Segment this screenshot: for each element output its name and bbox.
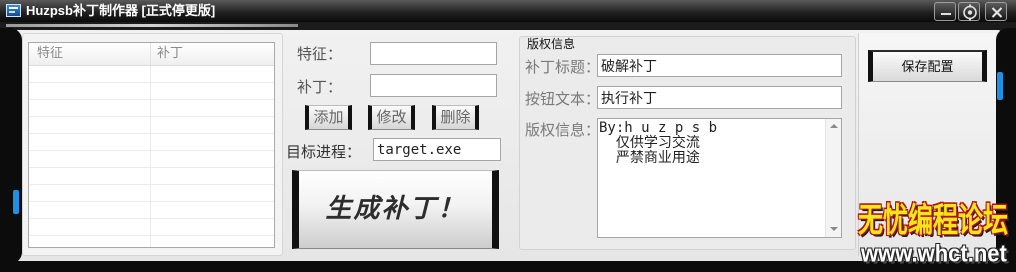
close-icon: [991, 7, 1003, 18]
generate-patch-button[interactable]: 生成补丁！: [292, 170, 499, 249]
app-window-icon: [6, 4, 21, 17]
modify-button[interactable]: 修改: [368, 105, 415, 130]
copyright-info-label: 版权信息：: [525, 121, 601, 139]
settings-button[interactable]: [958, 2, 980, 21]
patch-label: 补丁：: [297, 78, 343, 96]
list-header: 特征 补丁: [29, 43, 274, 66]
scroll-up-arrow-icon[interactable]: [830, 124, 838, 128]
scroll-down-arrow-icon[interactable]: [830, 227, 838, 231]
target-process-label: 目标进程：: [286, 143, 362, 161]
target-process-input[interactable]: [373, 138, 501, 161]
list-column-divider: [150, 66, 151, 247]
app-window: Huzpsb补丁制作器 [正式停更版] 特征 补丁 特征： 补丁： 添加 修改 …: [0, 0, 1016, 272]
settings-icon: [963, 4, 977, 21]
right-accent-bar: [997, 72, 1003, 100]
button-text-input[interactable]: [597, 86, 842, 109]
feature-label: 特征：: [297, 45, 343, 63]
button-text-label: 按钮文本：: [525, 90, 601, 108]
patch-title-input[interactable]: [597, 54, 842, 77]
close-button[interactable]: [985, 2, 1007, 21]
minimize-button[interactable]: [934, 2, 956, 21]
copyright-group-title: 版权信息: [527, 37, 576, 51]
patch-title-label: 补丁标题：: [525, 58, 601, 76]
add-button[interactable]: 添加: [305, 105, 352, 130]
copyright-info-scrollbar[interactable]: [825, 119, 841, 237]
minimize-icon: [941, 13, 951, 15]
feature-input[interactable]: [370, 42, 497, 65]
window-title: Huzpsb补丁制作器 [正式停更版]: [26, 3, 216, 18]
watermark-logo-url: www.whct.net: [861, 239, 1007, 267]
copyright-info-textarea[interactable]: By:h u z p s b 仅供学习交流 严禁商业用途: [598, 119, 825, 237]
list-header-feature[interactable]: 特征: [29, 43, 151, 65]
watermark-logo-text: 无忧编程论坛: [858, 200, 1009, 240]
save-config-button[interactable]: 保存配置: [868, 50, 987, 82]
left-accent-bar: [13, 190, 19, 214]
list-header-patch[interactable]: 补丁: [151, 43, 274, 65]
list-body[interactable]: [29, 66, 274, 247]
copyright-info-box: By:h u z p s b 仅供学习交流 严禁商业用途: [597, 118, 842, 238]
delete-button[interactable]: 删除: [432, 105, 479, 130]
title-bar[interactable]: Huzpsb补丁制作器 [正式停更版]: [0, 0, 1016, 22]
left-frame-decoration: [0, 28, 22, 264]
patch-input[interactable]: [370, 74, 497, 97]
title-strip-highlight: [6, 24, 298, 27]
patch-list[interactable]: 特征 补丁: [28, 42, 275, 248]
